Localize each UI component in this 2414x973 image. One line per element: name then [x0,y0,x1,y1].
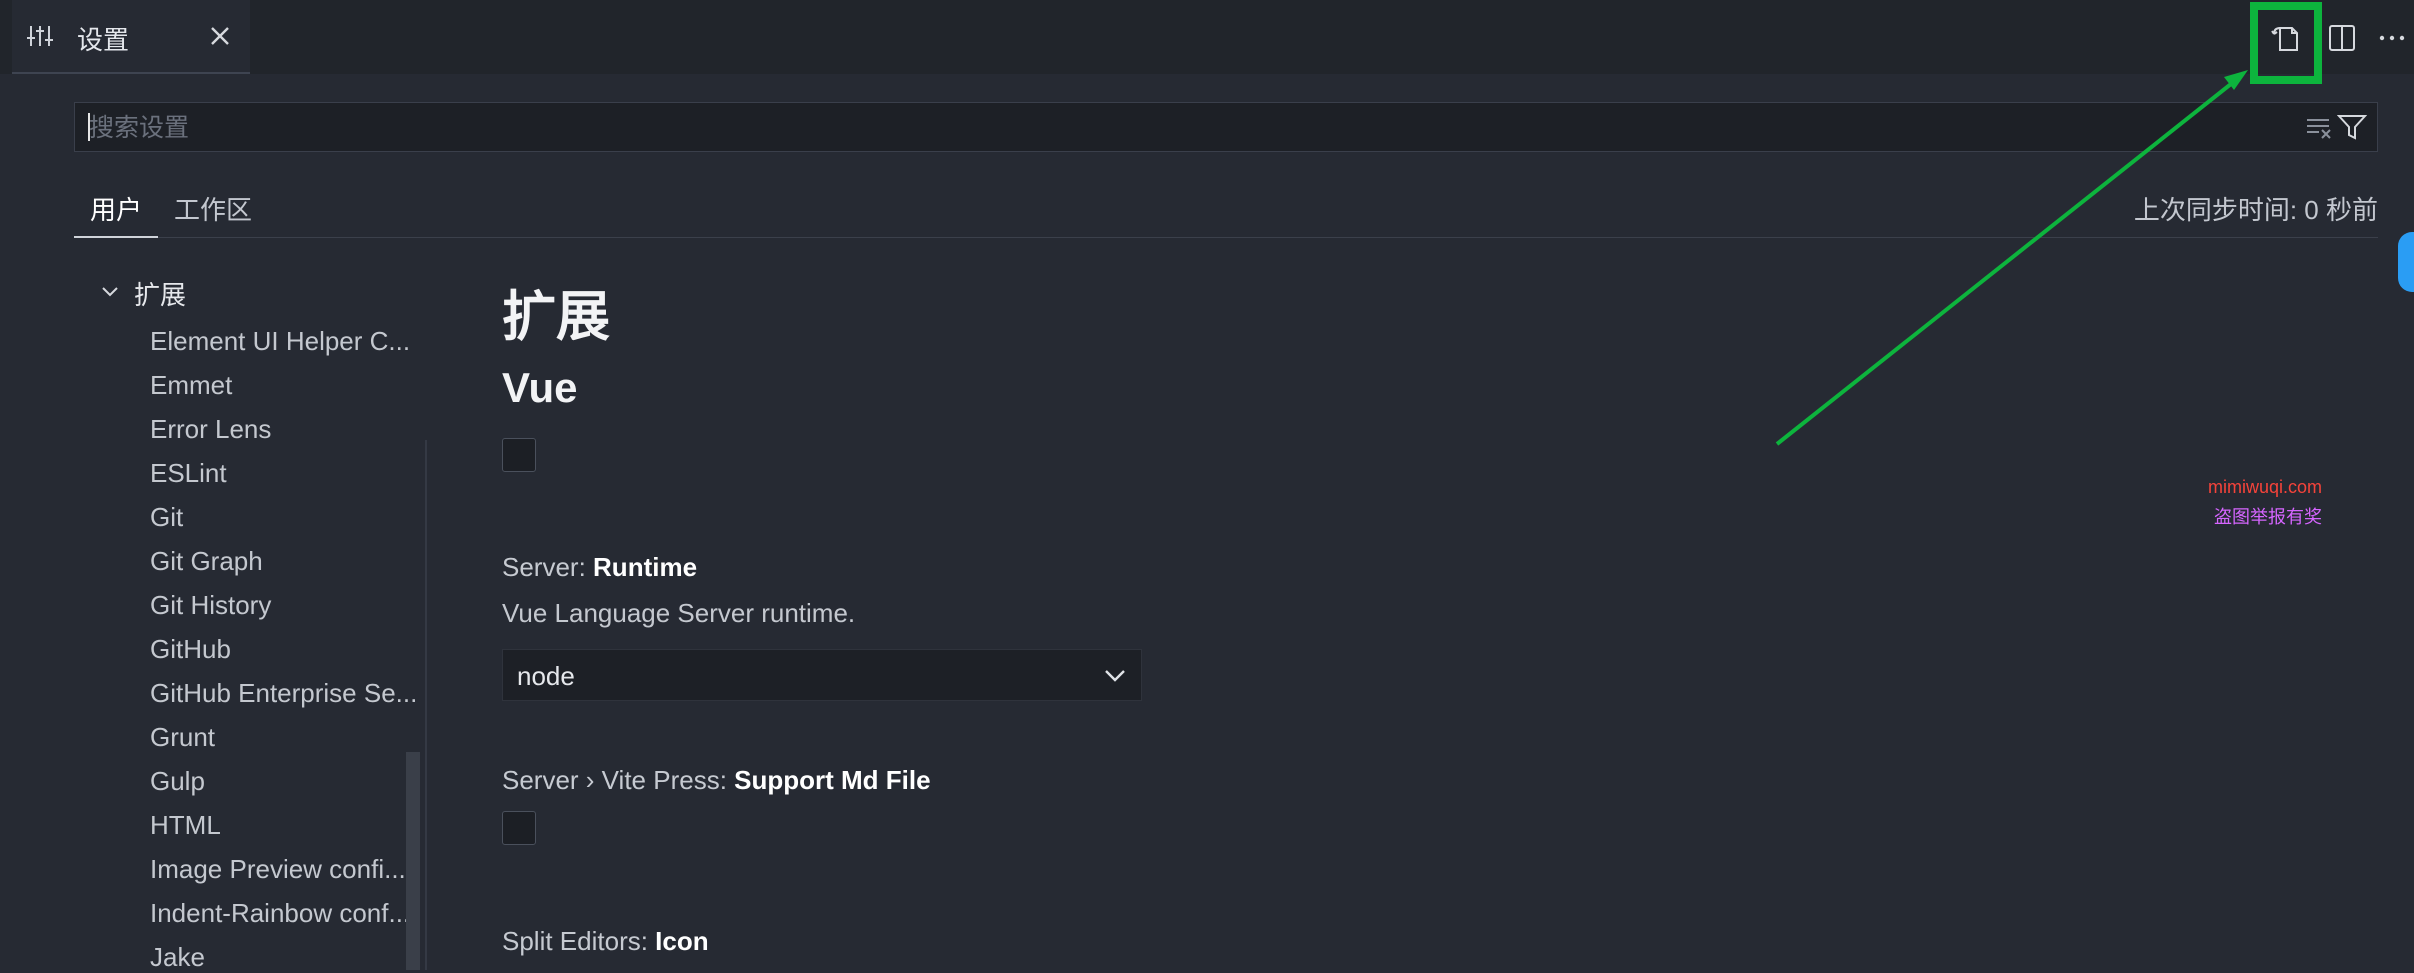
tree-item[interactable]: ESLint [150,458,424,489]
side-widget[interactable] [2398,232,2414,292]
search-input[interactable] [87,111,2271,145]
subsection-heading: Vue [502,364,578,411]
active-tab-indicator [74,236,158,238]
sync-status: 上次同步时间: 0 秒前 [2133,195,2378,225]
tree-item[interactable]: Git [150,502,424,533]
runtime-select[interactable]: node [502,649,1142,701]
setting-title-split-icon: Split Editors: Icon [502,926,709,956]
tree-item[interactable]: Indent-Rainbow conf... [150,898,424,929]
tree-item[interactable]: Error Lens [150,414,424,445]
vue-checkbox[interactable] [502,438,536,472]
tree-item[interactable]: Image Preview confi... [150,854,424,885]
scope-divider [158,237,2378,238]
select-value: node [517,661,575,691]
settings-tab-title: 设置 [77,25,130,55]
filter-icon[interactable] [2337,113,2367,141]
clear-filter-icon[interactable] [2305,115,2333,141]
split-editor-icon[interactable] [2326,22,2358,54]
setting-title-support-md: Server › Vite Press: Support Md File [502,765,931,795]
section-heading: 扩展 [502,287,610,347]
text-caret [88,113,90,141]
tab-workspace[interactable]: 工作区 [174,190,252,227]
sliders-icon [26,22,54,50]
highlight-box [2250,2,2322,84]
close-icon[interactable] [206,22,234,50]
tree-item[interactable]: Element UI Helper C... [150,326,424,357]
tree-item[interactable]: Grunt [150,722,424,753]
tree-item[interactable]: Git History [150,590,424,621]
support-md-checkbox[interactable] [502,811,536,845]
tree-item[interactable]: Emmet [150,370,424,401]
more-actions-icon[interactable] [2376,22,2408,54]
chevron-down-icon[interactable] [100,282,120,302]
tree-item[interactable]: GitHub [150,634,424,665]
tree-item[interactable]: Gulp [150,766,424,797]
tree-item[interactable]: HTML [150,810,424,841]
tree-item[interactable]: GitHub Enterprise Se... [150,678,424,709]
tree-scrollbar[interactable] [406,752,420,970]
watermark-notice: 盗图举报有奖 [2214,507,2322,527]
editor-tab-bar [0,0,2414,74]
tree-item[interactable]: Git Graph [150,546,424,577]
setting-title-runtime: Server: Runtime [502,552,698,582]
setting-description-runtime: Vue Language Server runtime. [502,598,856,628]
tree-section-extensions[interactable]: 扩展 [134,275,186,312]
tab-user[interactable]: 用户 [90,190,142,227]
tree-divider [425,440,427,970]
chevron-down-icon [1103,666,1127,686]
search-box[interactable] [74,102,2378,152]
tree-item[interactable]: Jake [150,942,424,973]
watermark-domain: mimiwuqi.com [2208,477,2323,497]
